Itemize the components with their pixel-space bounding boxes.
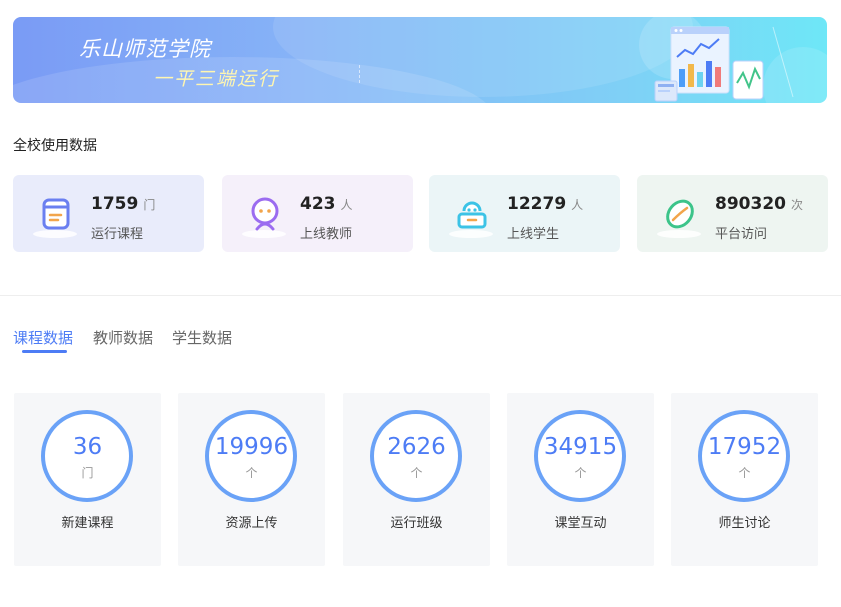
stat-value: 423 人 (300, 194, 353, 214)
metric-label: 课堂互动 (554, 516, 607, 531)
metric-card-resources: 19996 个 资源上传 (178, 393, 325, 566)
stat-card-teachers: 423 人 上线教师 (222, 175, 413, 252)
stat-value: 1759 门 (91, 194, 156, 214)
visit-icon (666, 199, 694, 229)
section-divider (0, 295, 841, 296)
stat-unit: 人 (340, 198, 353, 212)
metric-unit: 个 (738, 466, 751, 480)
metric-label: 师生讨论 (718, 516, 771, 531)
metric-label: 新建课程 (61, 516, 114, 531)
metric-label: 资源上传 (225, 516, 278, 531)
stat-unit: 门 (143, 198, 156, 212)
banner: 乐山师范学院 一平三端运行 (13, 17, 827, 103)
metric-card-classes: 2626 个 运行班级 (343, 393, 490, 566)
stat-label: 平台访问 (715, 227, 768, 242)
metric-card-discussions: 17952 个 师生讨论 (671, 393, 818, 566)
stat-card-courses: 1759 门 运行课程 (13, 175, 204, 252)
dashboard-illustration (639, 17, 827, 103)
teacher-icon (251, 197, 279, 231)
stat-label: 运行课程 (91, 227, 144, 242)
metric-card-interactions: 34915 个 课堂互动 (507, 393, 654, 566)
student-icon (457, 201, 487, 229)
metric-value: 36 (72, 434, 103, 460)
banner-divider (359, 65, 360, 83)
metric-unit: 门 (81, 466, 94, 480)
metric-card-new-courses: 36 门 新建课程 (14, 393, 161, 566)
tab-teacher-data[interactable]: 教师数据 (93, 327, 153, 348)
metric-label: 运行班级 (390, 516, 443, 531)
metric-unit: 个 (245, 466, 258, 480)
metric-value: 2626 (387, 434, 446, 460)
metric-value: 19996 (214, 434, 289, 460)
tab-course-data[interactable]: 课程数据 (13, 327, 73, 348)
stat-label: 上线教师 (300, 227, 353, 242)
banner-title: 乐山师范学院 (79, 37, 211, 61)
overview-title: 全校使用数据 (13, 138, 97, 154)
stat-unit: 人 (571, 198, 584, 212)
book-icon (42, 198, 70, 230)
banner-subtitle: 一平三端运行 (153, 68, 280, 90)
active-tab-indicator (22, 350, 67, 353)
stat-card-visits: 890320 次 平台访问 (637, 175, 828, 252)
metric-value: 34915 (543, 434, 618, 460)
tab-student-data[interactable]: 学生数据 (172, 327, 232, 348)
stat-label: 上线学生 (507, 227, 560, 242)
stat-unit: 次 (790, 198, 803, 212)
metric-unit: 个 (410, 466, 423, 480)
metric-unit: 个 (574, 466, 587, 480)
stat-value: 890320 次 (715, 194, 803, 214)
stat-value: 12279 人 (507, 194, 584, 214)
stat-card-students: 12279 人 上线学生 (429, 175, 620, 252)
metric-value: 17952 (707, 434, 782, 460)
